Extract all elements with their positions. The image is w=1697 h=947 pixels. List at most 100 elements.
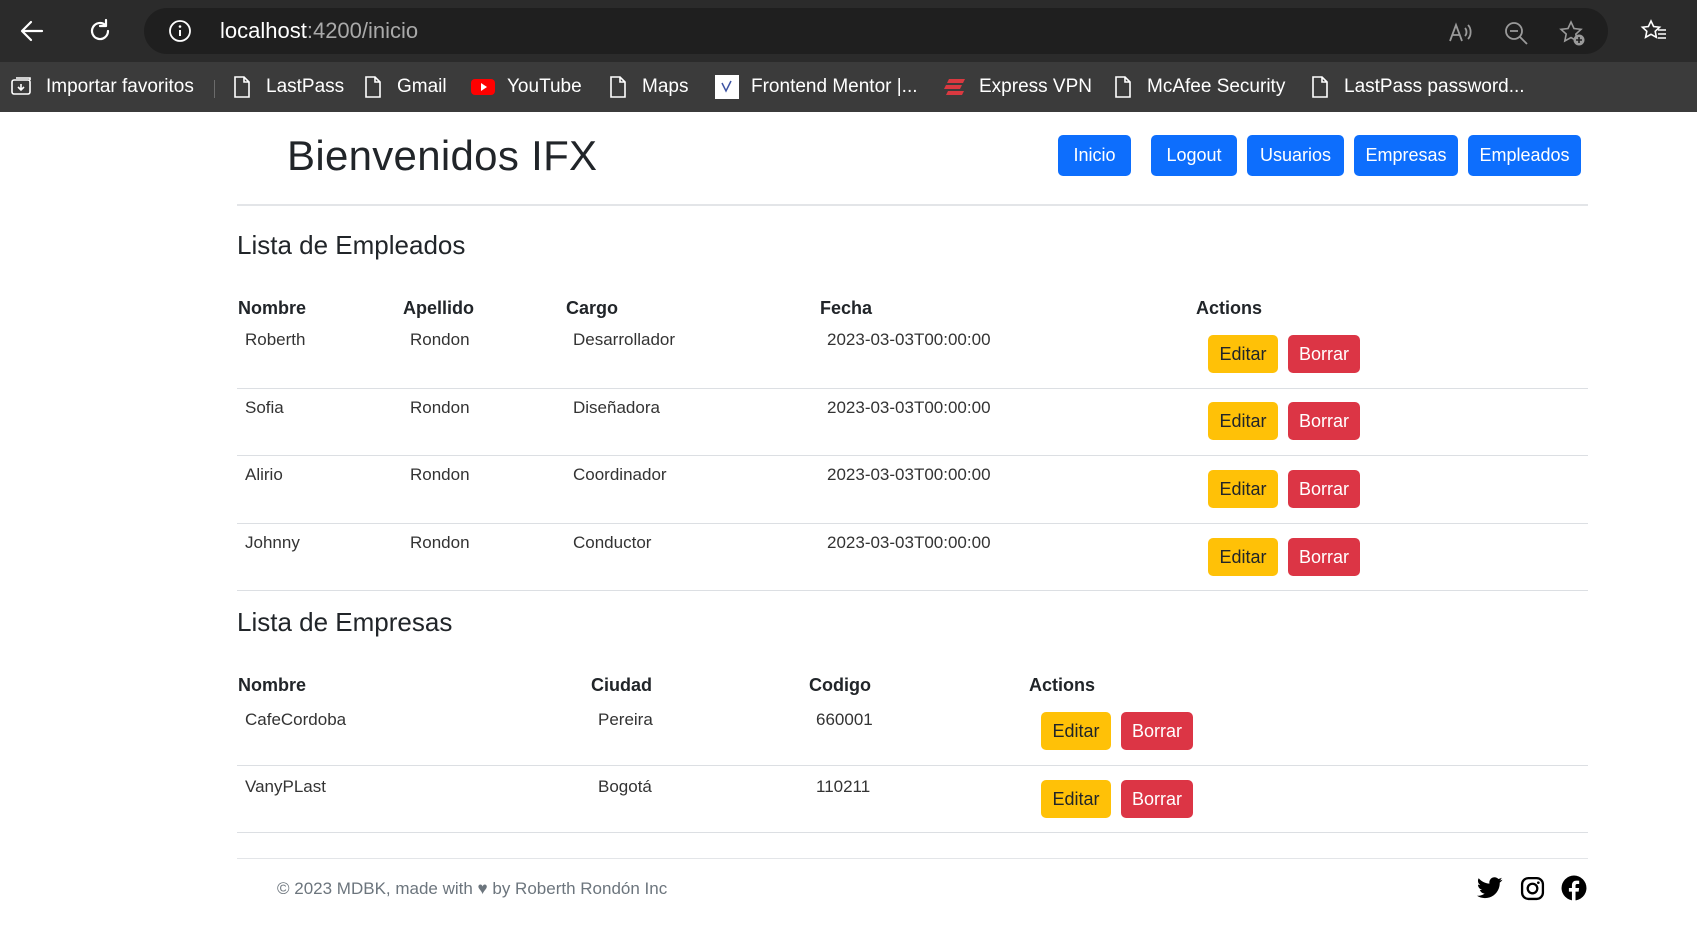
companies-header-nombre: Nombre [238,675,307,695]
row-divider [237,523,1588,524]
bookmark-label: YouTube [507,76,582,97]
edit-button[interactable]: Editar [1208,335,1278,373]
nav-logout-button[interactable]: Logout [1151,135,1237,176]
twitter-icon[interactable] [1476,874,1504,902]
employee-fecha: 2023-03-03T00:00:00 [827,398,991,417]
bookmark-label: Gmail [397,76,447,97]
edit-button[interactable]: Editar [1208,470,1278,508]
company-ciudad: Bogotá [598,777,652,796]
bookmark-lastpass[interactable]: LastPass [230,72,344,102]
import-icon [10,75,34,99]
browser-toolbar: localhost:4200/inicio [0,0,1697,62]
facebook-icon[interactable] [1560,874,1588,902]
delete-button[interactable]: Borrar [1288,402,1360,440]
bookmark-label: LastPass password... [1344,76,1525,97]
bookmark-frontend-mentor[interactable]: Frontend Mentor |... [715,72,918,102]
address-bar[interactable]: localhost:4200/inicio [144,8,1608,54]
bookmark-gmail[interactable]: Gmail [361,72,447,102]
add-favorite-icon[interactable] [1558,19,1586,47]
bookmark-label: Frontend Mentor |... [751,76,918,97]
bookmark-youtube[interactable]: YouTube [471,72,582,102]
nav-empleados-button[interactable]: Empleados [1468,135,1581,176]
zoom-out-icon[interactable] [1502,19,1530,47]
company-ciudad: Pereira [598,710,653,729]
companies-section-title: Lista de Empresas [237,607,453,637]
read-aloud-icon[interactable] [1446,19,1474,47]
page-icon [1111,75,1135,99]
employees-section-title: Lista de Empleados [237,230,466,260]
company-nombre: CafeCordoba [245,710,347,729]
delete-button[interactable]: Borrar [1288,538,1360,576]
companies-header-actions: Actions [1029,675,1096,695]
employee-nombre: Roberth [245,330,306,349]
row-divider [237,832,1588,833]
bookmark-express-vpn[interactable]: Express VPN [943,72,1092,102]
bookmark-importar-favoritos[interactable]: Importar favoritos [10,72,194,102]
bookmark-label: Express VPN [979,76,1092,97]
url-text[interactable]: localhost:4200/inicio [220,19,418,43]
employee-fecha: 2023-03-03T00:00:00 [827,330,991,349]
employee-fecha: 2023-03-03T00:00:00 [827,533,991,552]
employee-nombre: Alirio [245,465,283,484]
row-divider [237,455,1588,456]
youtube-icon [471,75,495,99]
row-divider [237,590,1588,591]
edit-button[interactable]: Editar [1208,538,1278,576]
employee-cargo: Diseñadora [573,398,660,417]
url-path: :4200/inicio [306,18,419,43]
page-icon [606,75,630,99]
bookmarks-bar: Importar favoritos LastPass Gmail YouTub… [0,62,1697,112]
employees-header-cargo: Cargo [566,298,619,318]
nav-empresas-button[interactable]: Empresas [1354,135,1458,176]
companies-header-ciudad: Ciudad [591,675,652,695]
back-icon[interactable] [14,13,50,49]
url-host: localhost [220,18,307,43]
employee-nombre: Sofia [245,398,284,417]
row-divider [237,765,1588,766]
favorites-icon[interactable] [1636,13,1672,49]
company-codigo: 660001 [816,710,873,729]
employee-nombre: Johnny [245,533,300,552]
header-divider [237,204,1588,206]
footer-copyright: © 2023 MDBK, made with ♥ by Roberth Rond… [277,879,668,898]
page-content: Bienvenidos IFX Inicio Logout Usuarios E… [0,112,1697,947]
employee-cargo: Desarrollador [573,330,676,349]
reload-icon[interactable] [82,13,118,49]
delete-button[interactable]: Borrar [1288,335,1360,373]
employees-header-fecha: Fecha [820,298,873,318]
employee-fecha: 2023-03-03T00:00:00 [827,465,991,484]
bookmark-lastpass-password[interactable]: LastPass password... [1308,72,1525,102]
edit-button[interactable]: Editar [1208,402,1278,440]
bookmark-label: LastPass [266,76,345,97]
edit-button[interactable]: Editar [1041,780,1111,818]
bookmark-label: Importar favoritos [46,76,194,97]
employee-apellido: Rondon [410,398,470,417]
page-title: Bienvenidos IFX [287,132,598,179]
delete-button[interactable]: Borrar [1288,470,1360,508]
bookmark-label: Maps [642,76,689,97]
employees-header-apellido: Apellido [403,298,474,318]
employees-header-actions: Actions [1196,298,1263,318]
bookmark-maps[interactable]: Maps [606,72,688,102]
employee-apellido: Rondon [410,533,470,552]
company-nombre: VanyPLast [245,777,326,796]
edit-button[interactable]: Editar [1041,712,1111,750]
expressvpn-icon [943,75,967,99]
employee-cargo: Coordinador [573,465,667,484]
employee-cargo: Conductor [573,533,652,552]
page-icon [361,75,385,99]
employee-apellido: Rondon [410,330,470,349]
nav-usuarios-button[interactable]: Usuarios [1247,135,1344,176]
instagram-icon[interactable] [1518,874,1546,902]
bookmark-mcafee-security[interactable]: McAfee Security [1111,72,1285,102]
nav-inicio-button[interactable]: Inicio [1058,135,1131,176]
employee-apellido: Rondon [410,465,470,484]
delete-button[interactable]: Borrar [1121,780,1193,818]
delete-button[interactable]: Borrar [1121,712,1193,750]
bookmark-label: McAfee Security [1147,76,1286,97]
footer-divider [237,858,1588,859]
row-divider [237,388,1588,389]
employees-header-nombre: Nombre [238,298,307,318]
company-codigo: 110211 [816,777,871,796]
info-icon[interactable] [168,19,192,43]
